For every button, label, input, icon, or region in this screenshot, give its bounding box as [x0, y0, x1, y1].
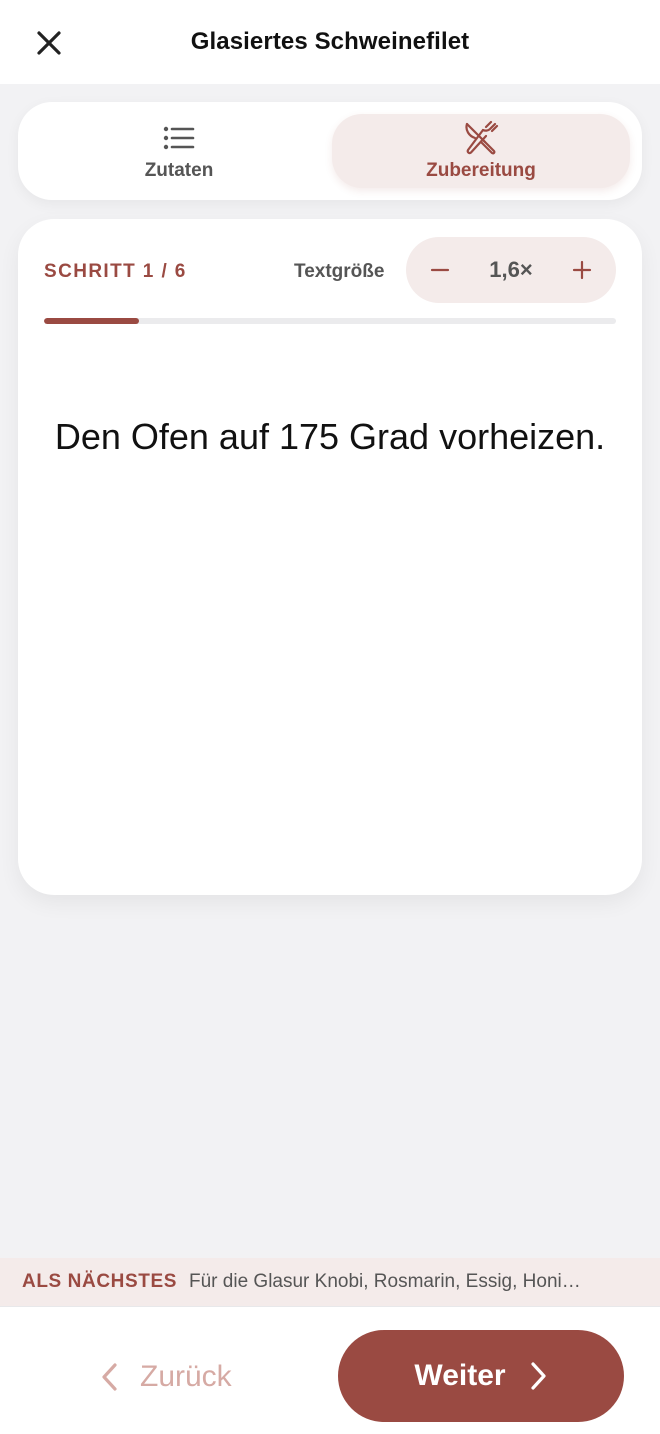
- cutlery-icon: [463, 120, 499, 156]
- decrease-textsize-button[interactable]: [416, 246, 464, 294]
- segmented-tabs: Zutaten Zubereitung: [18, 102, 642, 200]
- step-card: SCHRITT 1 / 6 Textgröße 1,6× Den Ofen au…: [18, 219, 642, 895]
- plus-icon: [572, 260, 592, 280]
- chevron-right-icon: [530, 1362, 546, 1390]
- up-next-text: Für die Glasur Knobi, Rosmarin, Essig, H…: [189, 1271, 581, 1292]
- next-button[interactable]: Weiter: [338, 1330, 624, 1422]
- tab-label: Zutaten: [144, 160, 214, 181]
- page-title: Glasiertes Schweinefilet: [190, 28, 470, 55]
- next-label: Weiter: [414, 1359, 506, 1392]
- step-instruction: Den Ofen auf 175 Grad vorheizen.: [54, 416, 606, 457]
- tab-zubereitung[interactable]: Zubereitung: [332, 114, 630, 188]
- minus-icon: [430, 268, 450, 272]
- close-button[interactable]: [24, 18, 74, 68]
- header-bar: Glasiertes Schweinefilet: [0, 0, 660, 84]
- step-counter: SCHRITT 1 / 6: [44, 261, 187, 282]
- bottom-nav: Zurück Weiter: [0, 1306, 660, 1434]
- recipe-cook-mode-screen: Glasiertes Schweinefilet Zutaten Zuberei…: [0, 0, 660, 1434]
- tab-label: Zubereitung: [426, 160, 536, 181]
- step-progress-bar: [44, 318, 616, 324]
- textsize-label: Textgröße: [294, 261, 385, 282]
- close-icon: [37, 31, 61, 55]
- tab-zutaten[interactable]: Zutaten: [30, 114, 328, 188]
- up-next-label: ALS NÄCHSTES: [22, 1271, 177, 1292]
- back-button[interactable]: Zurück: [100, 1347, 280, 1407]
- back-label: Zurück: [140, 1360, 232, 1393]
- textsize-value: 1,6×: [489, 257, 533, 282]
- list-icon: [161, 120, 197, 156]
- increase-textsize-button[interactable]: [558, 246, 606, 294]
- textsize-stepper: 1,6×: [406, 237, 616, 303]
- chevron-left-icon: [102, 1363, 117, 1391]
- step-progress-fill: [44, 318, 140, 324]
- up-next-bar: ALS NÄCHSTES Für die Glasur Knobi, Rosma…: [0, 1258, 660, 1306]
